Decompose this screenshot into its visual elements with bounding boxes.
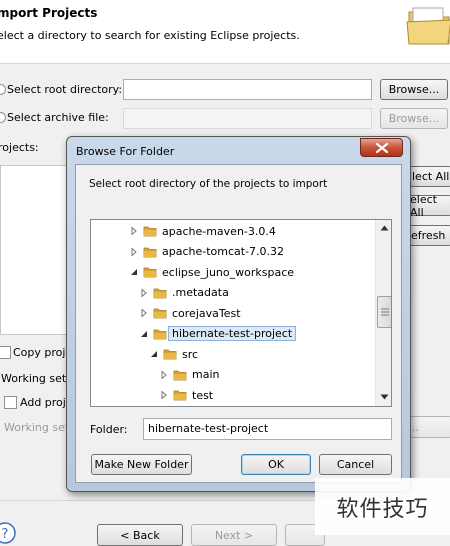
wizard-header: mport Projects elect a directory to sear… (0, 0, 450, 64)
dialog-body: Select root directory of the projects to… (75, 164, 402, 483)
scrollbar-thumb[interactable] (377, 296, 391, 328)
add-project-checkbox[interactable] (4, 396, 17, 409)
archive-file-input[interactable] (123, 108, 372, 129)
browse-archive-button[interactable]: Browse... (380, 108, 448, 129)
working-sets-field-label: Working set (4, 421, 70, 434)
working-sets-label: Working sets (1, 372, 72, 385)
tree-item[interactable]: hibernate-test-project (139, 324, 297, 344)
scroll-up-icon[interactable] (380, 225, 389, 231)
folder-icon (153, 329, 167, 339)
tree-item-label: test (192, 388, 214, 402)
cancel-button[interactable]: Cancel (319, 454, 392, 475)
tree-item-label: corejavaTest (172, 306, 241, 320)
tree-scrollbar[interactable] (375, 220, 391, 406)
scroll-down-icon[interactable] (380, 394, 389, 400)
close-icon (375, 142, 388, 153)
wizard-title: mport Projects (0, 6, 98, 20)
wizard-description: elect a directory to search for existing… (0, 29, 300, 42)
expanded-arrow-icon[interactable] (139, 330, 149, 338)
expanded-arrow-icon[interactable] (129, 268, 139, 276)
tree-item-label: apache-tomcat-7.0.32 (162, 245, 285, 258)
collapsed-arrow-icon[interactable] (129, 227, 139, 235)
tree-item[interactable]: main (159, 365, 219, 385)
grip-icon (381, 308, 389, 316)
collapsed-arrow-icon[interactable] (159, 391, 169, 399)
close-button[interactable] (360, 138, 403, 157)
archive-file-label: Select archive file: (7, 111, 109, 124)
expanded-arrow-icon[interactable] (149, 350, 159, 358)
folder-icon (153, 288, 167, 298)
collapsed-arrow-icon[interactable] (129, 247, 139, 256)
collapsed-arrow-icon[interactable] (139, 309, 149, 317)
folder-tree[interactable]: apache-maven-3.0.4 apache-tomcat-7.0.32 ec… (90, 219, 392, 407)
back-button[interactable]: < Back (97, 524, 183, 546)
folder-icon (143, 267, 157, 278)
tree-item-label: .metadata (172, 286, 229, 299)
projects-list[interactable] (0, 165, 68, 335)
refresh-button[interactable]: efresh (408, 225, 450, 246)
copy-projects-label: Copy proje (13, 346, 73, 359)
folder-icon (173, 390, 187, 401)
make-new-folder-button[interactable]: Make New Folder (91, 454, 192, 475)
archive-file-radio[interactable] (0, 112, 6, 123)
dialog-instruction: Select root directory of the projects to… (89, 178, 328, 190)
next-button[interactable]: Next > (191, 524, 277, 546)
folder-banner-icon (406, 7, 450, 45)
folder-icon (163, 349, 177, 360)
folder-icon (143, 247, 157, 257)
folder-icon (143, 226, 157, 237)
tree-item-label: main (192, 368, 220, 381)
browse-root-button[interactable]: Browse... (380, 79, 448, 100)
tree-item-label: hibernate-test-project (168, 326, 297, 341)
tree-item-label: eclipse_juno_workspace (162, 265, 295, 279)
tree-item[interactable]: corejavaTest (139, 303, 241, 323)
browse-folder-dialog: Browse For Folder Select root directory … (66, 136, 411, 492)
deselect-all-button[interactable]: elect All (408, 193, 450, 219)
help-icon[interactable]: ? (0, 522, 16, 544)
projects-label: rojects: (0, 141, 39, 154)
root-directory-label: Select root directory: (7, 83, 123, 96)
folder-label: Folder: (90, 423, 128, 436)
tree-item-label: apache-maven-3.0.4 (162, 224, 276, 238)
tree-item[interactable]: eclipse_juno_workspace (129, 262, 294, 282)
tree-item[interactable]: apache-maven-3.0.4 (129, 221, 276, 241)
ok-button[interactable]: OK (241, 454, 311, 475)
add-project-label: Add proje (20, 396, 73, 409)
dialog-title: Browse For Folder (76, 145, 175, 158)
folder-icon (153, 308, 167, 319)
tree-item[interactable]: test (159, 385, 213, 405)
watermark-text: 软件技巧 (315, 478, 450, 535)
tree-item[interactable]: apache-tomcat-7.0.32 (129, 242, 284, 262)
folder-input[interactable]: hibernate-test-project (143, 418, 392, 440)
folder-icon (173, 370, 187, 380)
root-directory-input[interactable] (123, 79, 372, 100)
tree-item-label: src (182, 347, 199, 361)
tree-item[interactable]: .metadata (139, 283, 229, 303)
collapsed-arrow-icon[interactable] (159, 370, 169, 379)
root-directory-radio[interactable] (0, 84, 6, 95)
collapsed-arrow-icon[interactable] (139, 288, 149, 297)
tree-item[interactable]: src (149, 344, 198, 364)
select-all-button[interactable]: lect All (408, 166, 450, 187)
copy-projects-checkbox[interactable] (0, 346, 11, 359)
